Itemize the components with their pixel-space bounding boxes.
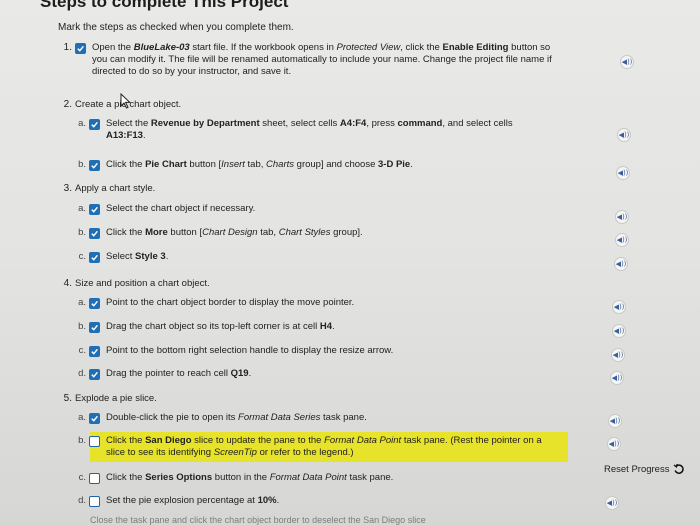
checkmark-icon	[91, 324, 98, 331]
step-4d-checkbox[interactable]	[89, 369, 100, 380]
step-2a-text: Select the Revenue by Department sheet, …	[106, 118, 513, 141]
audio-play-icon[interactable]: ◀))	[615, 233, 629, 247]
step-3a-row: a. Select the chart object if necessary.	[78, 203, 256, 215]
step-5c-text: Click the Series Options button in the F…	[106, 472, 394, 483]
step-2b-row: b. Click the Pie Chart button [Insert ta…	[78, 159, 413, 171]
mouse-pointer-icon	[120, 93, 132, 109]
step-5c-row: c. Click the Series Options button in th…	[78, 472, 394, 484]
step-4c-checkbox[interactable]	[89, 346, 100, 357]
step-4d-text: Drag the pointer to reach cell Q19.	[106, 368, 252, 379]
checkmark-icon	[91, 348, 98, 355]
checkmark-icon	[91, 206, 98, 213]
audio-play-icon[interactable]: ◀))	[612, 324, 626, 338]
audio-play-icon[interactable]: ◀))	[605, 496, 619, 510]
step-number: 1.	[63, 42, 72, 53]
checkmark-icon	[91, 162, 98, 169]
step-2b-text: Click the Pie Chart button [Insert tab, …	[106, 159, 413, 170]
step-5d-row: d. Set the pie explosion percentage at 1…	[78, 495, 280, 507]
audio-play-icon[interactable]: ◀))	[620, 55, 634, 69]
checkmark-icon	[91, 415, 98, 422]
step-5a-text: Double-click the pie to open its Format …	[106, 412, 367, 423]
audio-play-icon[interactable]: ◀))	[617, 128, 631, 142]
audio-play-icon[interactable]: ◀))	[612, 300, 626, 314]
step-5d-checkbox[interactable]	[89, 496, 100, 507]
checkmark-icon	[77, 45, 84, 52]
step-4c-text: Point to the bottom right selection hand…	[106, 345, 394, 356]
audio-play-icon[interactable]: ◀))	[608, 414, 622, 428]
checkmark-icon	[91, 230, 98, 237]
audio-play-icon[interactable]: ◀))	[610, 371, 624, 385]
step-3c-text: Select Style 3.	[106, 251, 169, 262]
step-3a-text: Select the chart object if necessary.	[106, 203, 256, 214]
step-3b-text: Click the More button [Chart Design tab,…	[106, 227, 363, 238]
step-5a-row: a. Double-click the pie to open its Form…	[78, 412, 367, 424]
step-4d-row: d. Drag the pointer to reach cell Q19.	[78, 368, 252, 380]
checkmark-icon	[91, 254, 98, 261]
step-4b-text: Drag the chart object so its top-left co…	[106, 321, 335, 332]
step-4a-text: Point to the chart object border to disp…	[106, 297, 355, 308]
step-1-row: 1. Open the BlueLake-03 start file. If t…	[58, 42, 598, 78]
step-3c-row: c. Select Style 3.	[78, 251, 169, 263]
audio-play-icon[interactable]: ◀))	[614, 257, 628, 271]
audio-play-icon[interactable]: ◀))	[611, 348, 625, 362]
step-2b-checkbox[interactable]	[89, 160, 100, 171]
step-3-heading: 3. Apply a chart style.	[63, 183, 156, 194]
step-2a-row: a. Select the Revenue by Department shee…	[78, 118, 513, 141]
step-4c-row: c. Point to the bottom right selection h…	[78, 345, 394, 357]
step-4a-row: a. Point to the chart object border to d…	[78, 297, 355, 309]
step-3c-checkbox[interactable]	[89, 252, 100, 263]
reset-progress-button[interactable]: Reset Progress	[604, 463, 685, 475]
instructions-text: Mark the steps as checked when you compl…	[58, 22, 294, 33]
page-title: Steps to complete This Project	[40, 0, 289, 11]
step-3a-checkbox[interactable]	[89, 204, 100, 215]
reset-progress-label: Reset Progress	[604, 463, 670, 475]
step-5c-checkbox[interactable]	[89, 473, 100, 484]
step-5e-text: Close the task pane and click the chart …	[90, 515, 426, 525]
step-4a-checkbox[interactable]	[89, 298, 100, 309]
step-5-heading: 5. Explode a pie slice.	[63, 393, 157, 404]
step-5a-checkbox[interactable]	[89, 413, 100, 424]
audio-play-icon[interactable]: ◀))	[615, 210, 629, 224]
step-4-heading: 4. Size and position a chart object.	[63, 278, 210, 289]
audio-play-icon[interactable]: ◀))	[607, 437, 621, 451]
step-5b-checkbox[interactable]	[89, 436, 100, 447]
checkmark-icon	[91, 300, 98, 307]
checkmark-icon	[91, 371, 98, 378]
step-1-checkbox[interactable]	[75, 43, 86, 54]
steps-panel: Steps to complete This Project Mark the …	[0, 0, 700, 525]
step-5d-text: Set the pie explosion percentage at 10%.	[106, 495, 280, 506]
step-3b-row: b. Click the More button [Chart Design t…	[78, 227, 363, 239]
step-2a-checkbox[interactable]	[89, 119, 100, 130]
step-1-text: Open the BlueLake-03 start file. If the …	[92, 42, 552, 77]
audio-play-icon[interactable]: ◀))	[616, 166, 630, 180]
step-4b-checkbox[interactable]	[89, 322, 100, 333]
step-5b-text: Click the San Diego slice to update the …	[106, 435, 542, 458]
reset-icon	[674, 463, 685, 474]
checkmark-icon	[91, 121, 98, 128]
step-5b-row: b. Click the San Diego slice to update t…	[78, 435, 542, 458]
step-4b-row: b. Drag the chart object so its top-left…	[78, 321, 335, 333]
step-3b-checkbox[interactable]	[89, 228, 100, 239]
